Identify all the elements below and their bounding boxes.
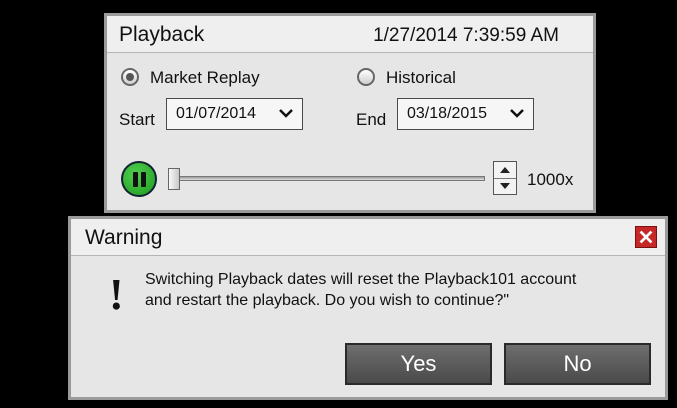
playback-datetime: 1/27/2014 7:39:59 AM xyxy=(373,25,559,46)
speed-stepper[interactable] xyxy=(493,161,517,195)
warning-message: Switching Playback dates will reset the … xyxy=(145,269,645,311)
playback-slider-thumb[interactable] xyxy=(168,168,180,190)
market-replay-label: Market Replay xyxy=(150,68,260,87)
speed-value: 1000x xyxy=(527,170,574,189)
playback-window: Playback 1/27/2014 7:39:59 AM Market Rep… xyxy=(104,13,596,213)
warning-title-bar: Warning xyxy=(71,219,665,256)
chevron-down-icon xyxy=(510,109,524,118)
historical-radio[interactable] xyxy=(357,68,375,86)
warning-title: Warning xyxy=(85,226,163,249)
chevron-down-icon xyxy=(279,109,293,118)
end-label: End xyxy=(356,110,387,129)
historical-label: Historical xyxy=(386,68,456,87)
warning-message-line1: Switching Playback dates will reset the … xyxy=(145,271,577,288)
start-label: Start xyxy=(119,110,155,129)
start-date-value: 01/07/2014 xyxy=(176,105,257,122)
warning-message-line2: and restart the playback. Do you wish to… xyxy=(145,292,510,309)
yes-button[interactable]: Yes xyxy=(345,343,492,385)
speed-up-icon[interactable] xyxy=(494,162,516,179)
close-icon[interactable] xyxy=(635,226,657,248)
speed-down-icon[interactable] xyxy=(494,178,516,194)
playback-title-bar: Playback 1/27/2014 7:39:59 AM xyxy=(107,16,593,53)
end-date-value: 03/18/2015 xyxy=(407,105,488,122)
warning-dialog: Warning ! Switching Playback dates will … xyxy=(68,216,668,400)
start-date-dropdown[interactable]: 01/07/2014 xyxy=(166,98,303,130)
pause-icon xyxy=(133,172,138,187)
exclamation-icon: ! xyxy=(109,270,124,319)
market-replay-radio[interactable] xyxy=(121,68,139,86)
pause-button[interactable] xyxy=(121,161,157,197)
playback-slider-track[interactable] xyxy=(169,176,485,181)
no-button[interactable]: No xyxy=(504,343,651,385)
end-date-dropdown[interactable]: 03/18/2015 xyxy=(397,98,534,130)
playback-title: Playback xyxy=(119,23,205,46)
